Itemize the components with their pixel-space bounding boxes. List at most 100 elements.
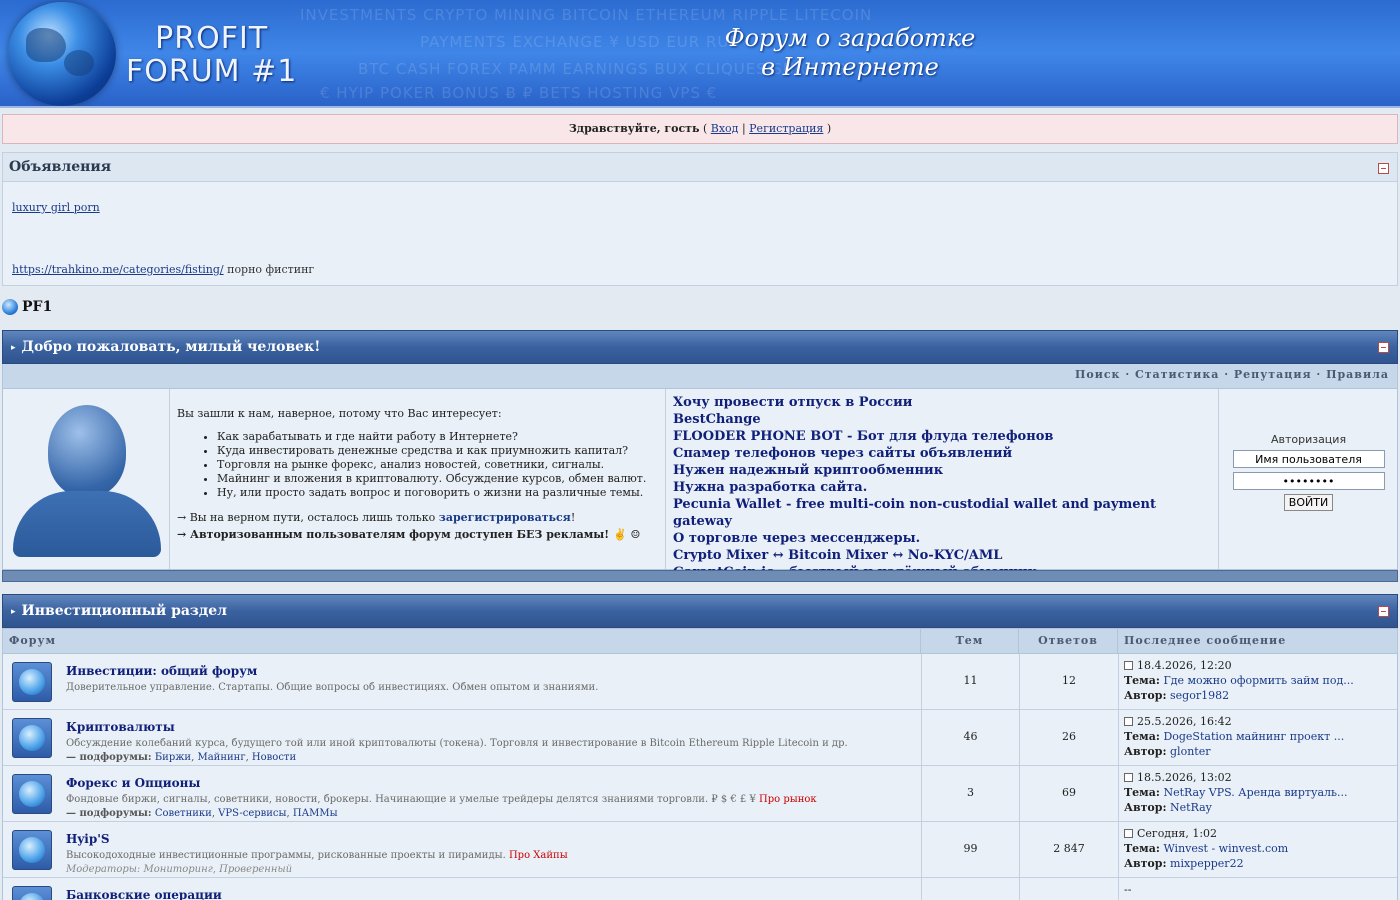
announcement-link-1[interactable]: luxury girl porn (12, 201, 100, 214)
table-row: Криптовалюты Обсуждение колебаний курса,… (2, 710, 1398, 766)
forum-name[interactable]: Банковские операции (66, 888, 222, 900)
breadcrumb-item[interactable]: PF1 (22, 299, 52, 315)
subforum-link[interactable]: Майнинг (197, 752, 245, 763)
arrow-right-icon: ▸ (11, 607, 16, 617)
forum-forex-icon[interactable] (12, 774, 52, 814)
posts-count: 2 847 (1053, 842, 1085, 855)
last-post-icon[interactable] (1124, 773, 1133, 782)
last-topic-link[interactable]: DogeStation майнинг проект ... (1163, 730, 1344, 743)
subforums: — подфорумы: Биржи, Майнинг, Новости (66, 752, 297, 763)
subforum-link[interactable]: Новости (252, 752, 296, 763)
avatar-body-icon (13, 491, 161, 557)
forum-name[interactable]: Криптовалюты (66, 720, 175, 734)
last-topic-link[interactable]: Где можно оформить займ под... (1163, 674, 1353, 687)
last-post: Сегодня, 1:02 Тема: Winvest - winvest.co… (1124, 826, 1394, 871)
last-post-icon[interactable] (1124, 661, 1133, 670)
register-link[interactable]: Регистрация (749, 122, 823, 135)
about-hyips-link[interactable]: Про Хайпы (506, 850, 568, 861)
promo-link[interactable]: FLOODER PHONE BOT - Бот для флуда телефо… (673, 428, 1218, 445)
promo-link[interactable]: BestChange (673, 411, 1218, 428)
password-input[interactable] (1232, 472, 1385, 490)
breadcrumb: PF1 (2, 298, 52, 318)
forum-description: Высокодоходные инвестиционные программы,… (66, 850, 916, 861)
subforums: — подфорумы: Советники, VPS-сервисы, ПАМ… (66, 808, 338, 819)
login-button[interactable]: ВОЙТИ (1283, 494, 1334, 511)
welcome-intro: Вы зашли к нам, наверное, потому что Вас… (171, 389, 666, 569)
topics-count: 11 (963, 674, 978, 687)
paren-close: ) (826, 122, 832, 135)
invest-category-header: ▸ Инвестиционный раздел (2, 594, 1398, 628)
announcements-title: Объявления (9, 159, 112, 175)
forum-crypto-icon[interactable] (12, 718, 52, 758)
forum-name[interactable]: Инвестиции: общий форум (66, 664, 257, 678)
last-post-date: 18.4.2026, 12:20 (1137, 659, 1232, 672)
interest-list: Как зарабатывать и где найти работу в Ин… (217, 430, 665, 499)
last-post-icon[interactable] (1124, 717, 1133, 726)
no-ads-note: → Авторизованным пользователям форум дос… (177, 528, 641, 541)
forum-name[interactable]: Hyip'S (66, 832, 110, 846)
register-prompt-text: → Вы на верном пути, осталось лишь тольк… (177, 511, 439, 524)
forum-hyip-icon[interactable] (12, 830, 52, 870)
promo-link[interactable]: О торговле через мессенджеры. (673, 530, 1218, 547)
logo-globe-icon[interactable] (8, 2, 116, 106)
forum-description: Обсуждение колебаний курса, будущего той… (66, 738, 848, 749)
subforum-link[interactable]: ПАММы (293, 808, 338, 819)
table-row: Банковские операции -- (2, 878, 1398, 900)
invest-title[interactable]: Инвестиционный раздел (22, 603, 227, 619)
last-topic-link[interactable]: NetRay VPS. Аренда виртуаль... (1163, 786, 1347, 799)
forum-nav-links[interactable]: Поиск · Статистика · Репутация · Правила (2, 364, 1398, 388)
globe-icon (2, 299, 18, 315)
auth-label: Авторизация (1270, 433, 1347, 446)
guest-welcome-bar: Здравствуйте, гость ( Вход | Регистрация… (2, 114, 1398, 144)
paren-open: ( (702, 122, 708, 135)
last-post: -- (1124, 882, 1394, 897)
logo-text[interactable]: PROFIT FORUM #1 (126, 22, 297, 88)
last-author-link[interactable]: NetRay (1170, 801, 1212, 814)
announcements-header: Объявления (3, 153, 1397, 182)
promo-link[interactable]: Нужен надежный криптообменник (673, 462, 1218, 479)
last-topic-link[interactable]: Winvest - winvest.com (1163, 842, 1288, 855)
about-market-link[interactable]: Про рынок (756, 794, 817, 805)
logo-line1: PROFIT (155, 21, 269, 56)
promo-link[interactable]: Pecunia Wallet - free multi-coin non-cus… (673, 496, 1218, 530)
list-item: Торговля на рынке форекс, анализ новосте… (217, 458, 665, 471)
list-item: Майнинг и вложения в криптовалюту. Обсуж… (217, 472, 665, 485)
subforums-label: — подфорумы: (66, 808, 152, 819)
subforum-link[interactable]: VPS-сервисы (218, 808, 286, 819)
last-post-icon[interactable] (1124, 829, 1133, 838)
collapse-icon[interactable] (1378, 163, 1389, 174)
topics-count: 99 (963, 842, 978, 855)
collapse-icon[interactable] (1378, 342, 1389, 353)
promo-link[interactable]: Спамер телефонов через сайты объявлений (673, 445, 1218, 462)
list-item: Как зарабатывать и где найти работу в Ин… (217, 430, 665, 443)
forum-globe-icon[interactable] (12, 662, 52, 702)
username-input[interactable] (1232, 450, 1385, 468)
site-header: INVESTMENTS CRYPTO MINING BITCOIN ETHERE… (0, 0, 1400, 108)
forum-bank-icon[interactable] (12, 886, 52, 900)
last-author-link[interactable]: segor1982 (1170, 689, 1229, 702)
promo-link[interactable]: Хочу провести отпуск в России (673, 394, 1218, 411)
forum-description: Фондовые биржи, сигналы, советники, ново… (66, 794, 916, 805)
last-author-link[interactable]: mixpepper22 (1170, 857, 1244, 870)
column-header-forum: Форум (9, 629, 921, 653)
author-label: Автор: (1124, 801, 1167, 814)
column-header-last: Последнее сообщение (1124, 634, 1287, 647)
register-inline-link[interactable]: зарегистрироваться (439, 511, 571, 524)
collapse-icon[interactable] (1378, 606, 1389, 617)
list-item: Ну, или просто задать вопрос и поговорит… (217, 486, 665, 499)
welcome-title: Добро пожаловать, милый человек! (21, 339, 321, 355)
forum-table: Форум Тем Ответов Последнее сообщение Ин… (2, 628, 1398, 900)
promo-link[interactable]: Crypto Mixer ↔ Bitcoin Mixer ↔ No-KYC/AM… (673, 547, 1218, 564)
topic-label: Тема: (1124, 730, 1160, 743)
subforum-link[interactable]: Биржи (155, 752, 191, 763)
subforums-label: — подфорумы: (66, 752, 152, 763)
table-row: Hyip'S Высокодоходные инвестиционные про… (2, 822, 1398, 878)
announcement-link-2[interactable]: https://trahkino.me/categories/fisting/ (12, 263, 224, 276)
column-header-topics: Тем (921, 629, 1019, 653)
login-link[interactable]: Вход (711, 122, 739, 135)
promo-link[interactable]: Нужна разработка сайта. (673, 479, 1218, 496)
last-author-link[interactable]: glonter (1170, 745, 1210, 758)
forum-name[interactable]: Форекс и Опционы (66, 776, 200, 790)
subforum-link[interactable]: Советники (155, 808, 212, 819)
welcome-footer-bar (2, 570, 1398, 582)
